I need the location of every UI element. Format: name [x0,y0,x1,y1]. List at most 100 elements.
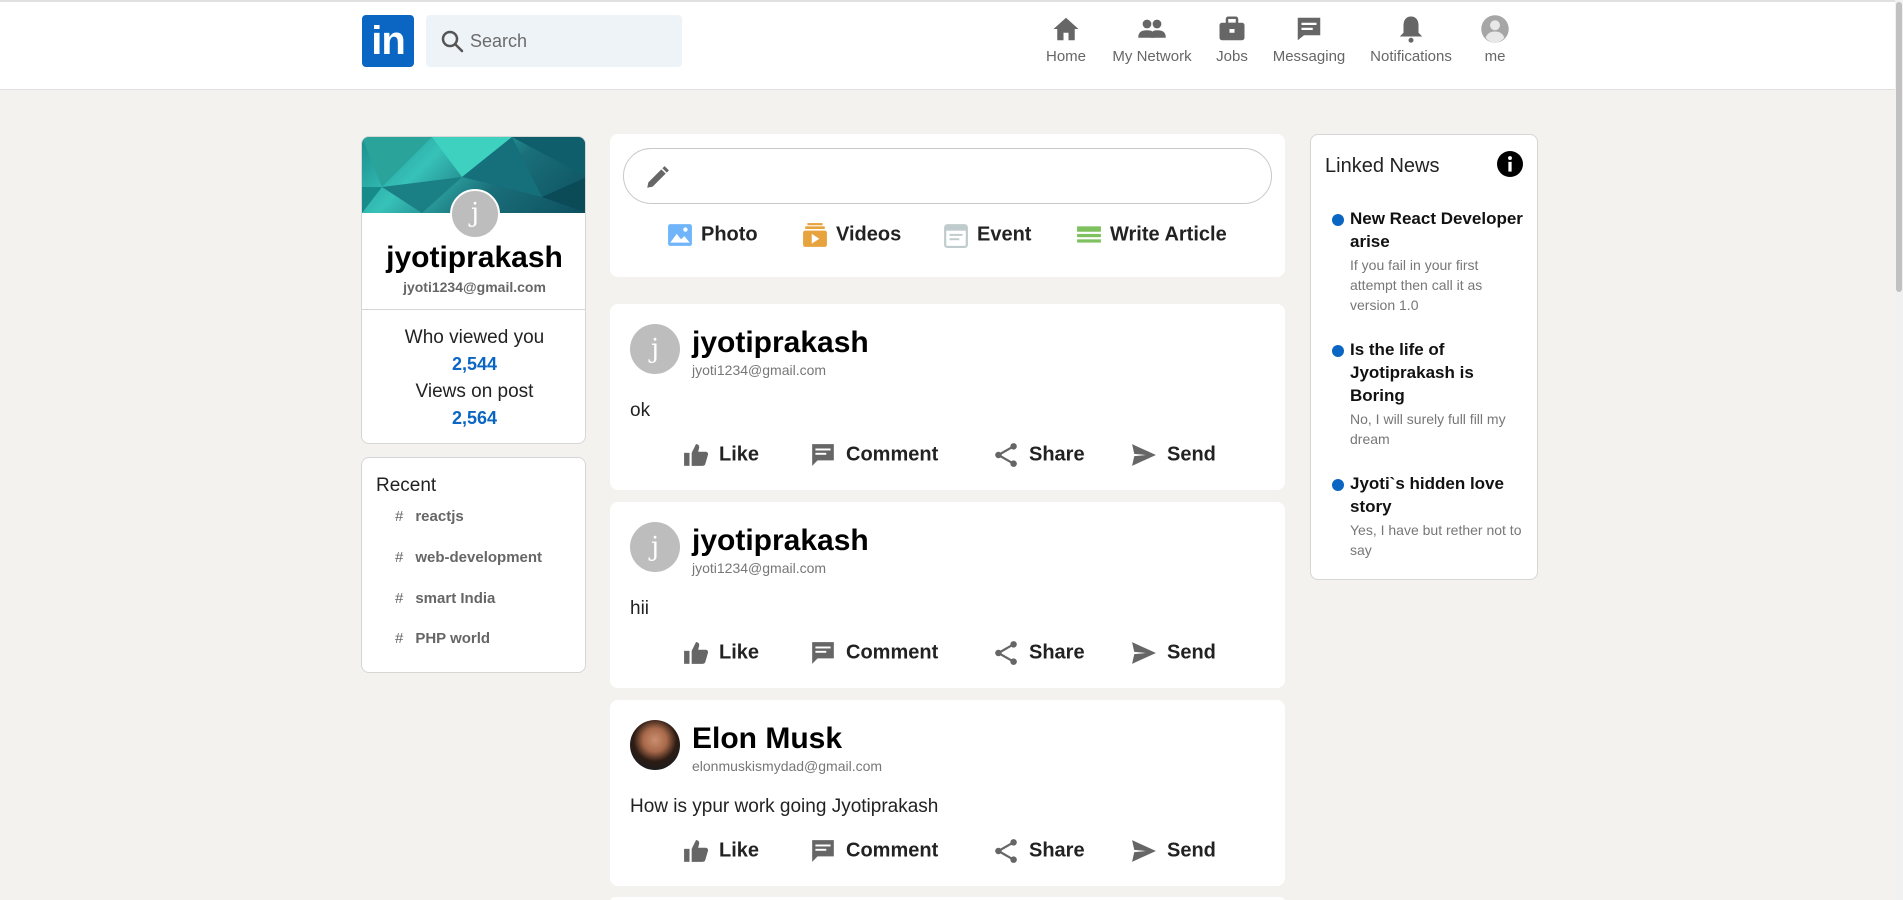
news-heading: New React Developer arise [1350,209,1523,251]
feed-post: j jyotiprakash jyoti1234@gmail.com hii L… [610,502,1285,688]
news-subtitle: If you fail in your first attempt then c… [1350,257,1483,313]
comment-button[interactable]: Comment [810,442,938,472]
profile-avatar[interactable]: j [450,189,500,239]
stat-views-on-post-label[interactable]: Views on post [362,381,585,403]
recent-tag-label: smart India [415,590,496,607]
send-label: Send [1167,443,1216,466]
bell-icon [1399,16,1423,43]
profile-divider [362,309,585,310]
scrollbar-thumb[interactable] [1896,2,1902,292]
comment-label: Comment [846,641,939,664]
hashtag-icon: # [395,508,404,525]
like-button[interactable]: Like [683,442,759,472]
share-label: Share [1029,641,1085,664]
send-icon [1132,840,1156,862]
share-button[interactable]: Share [993,640,1085,670]
send-button[interactable]: Send [1131,442,1216,472]
news-heading: Jyoti`s hidden love story [1350,474,1504,516]
send-icon [1132,444,1156,466]
post-author-name[interactable]: jyotiprakash [692,524,869,558]
comment-icon [812,840,834,862]
nav-jobs-label: Jobs [1216,48,1248,65]
start-post-input[interactable] [623,148,1272,204]
post-author-name[interactable]: Elon Musk [692,722,842,756]
post-author-name[interactable]: jyotiprakash [692,326,869,360]
hashtag-icon: # [395,630,404,647]
recent-card: Recent # reactjs # web-development # smart … [361,457,586,673]
share-event-button[interactable]: Event [943,222,1031,256]
search-icon [441,30,464,53]
nav-messaging-label: Messaging [1272,48,1346,65]
recent-tag-label: reactjs [415,508,464,525]
thumbs-up-icon [684,444,709,466]
page-scrollbar[interactable] [1895,0,1903,900]
stat-who-viewed-label[interactable]: Who viewed you [362,327,585,349]
video-icon [803,223,827,247]
nav-me[interactable]: me [1475,14,1515,74]
recent-tag[interactable]: # web-development [395,549,542,566]
feed-post: Elon Musk elonmuskismydad@gmail.com How … [610,700,1285,886]
stat-views-on-post-value: 2,564 [451,408,498,428]
send-label: Send [1167,839,1216,862]
comment-button[interactable]: Comment [810,640,938,670]
post-author-avatar[interactable]: j [630,324,680,374]
post-text: hii [630,598,650,619]
share-event-label: Event [977,223,1032,246]
nav-messaging[interactable]: Messaging [1270,14,1348,74]
nav-my-network[interactable]: My Network [1107,14,1197,74]
like-button[interactable]: Like [683,838,759,868]
comment-button[interactable]: Comment [810,838,938,868]
news-item[interactable]: New React Developer arise If you fail in… [1325,207,1530,317]
share-article-button[interactable]: Write Article [1076,222,1227,256]
nav-me-label: me [1484,48,1506,65]
post-author-avatar[interactable]: j [630,522,680,572]
like-label: Like [719,839,760,862]
feed-post: j jyotiprakash jyoti1234@gmail.com ok Li… [610,304,1285,490]
nav-notifications[interactable]: Notifications [1366,14,1456,74]
message-icon [1297,17,1321,41]
linkedin-logo[interactable]: in [362,15,414,67]
nav-my-network-label: My Network [1112,48,1192,65]
share-article-label: Write Article [1110,223,1227,246]
recent-tag-label: PHP world [415,630,491,647]
share-photo-button[interactable]: Photo [667,222,758,256]
thumbs-up-icon [684,840,709,862]
briefcase-icon [1219,16,1245,41]
share-videos-button[interactable]: Videos [802,222,901,256]
search-input[interactable] [470,15,670,67]
nav-jobs[interactable]: Jobs [1210,14,1254,74]
profile-email: jyoti1234@gmail.com [403,279,546,295]
search-bar[interactable] [426,15,682,67]
comment-label: Comment [846,443,939,466]
news-subtitle: No, I will surely full fill my dream [1350,411,1506,447]
news-item[interactable]: Jyoti`s hidden love story Yes, I have bu… [1325,472,1530,562]
send-button[interactable]: Send [1131,838,1216,868]
share-label: Share [1029,443,1085,466]
recent-tag[interactable]: # reactjs [395,508,464,525]
profile-name[interactable]: jyotiprakash [362,241,585,275]
share-button[interactable]: Share [993,838,1085,868]
top-navbar: in Home My Network Jobs Messaging Notifi… [0,2,1903,90]
pencil-icon [647,166,669,188]
news-heading: Is the life of Jyotiprakash is Boring [1350,340,1474,405]
share-button[interactable]: Share [993,442,1085,472]
info-icon[interactable] [1497,151,1523,177]
share-icon [995,839,1017,863]
recent-tag[interactable]: # PHP world [395,630,490,647]
network-icon [1138,19,1166,38]
avatar-icon [1481,15,1509,43]
post-author-avatar[interactable] [630,720,680,770]
home-icon [1053,17,1079,41]
bullet-icon [1332,345,1344,357]
article-icon [1077,226,1101,243]
news-item[interactable]: Is the life of Jyotiprakash is Boring No… [1325,338,1530,448]
post-author-email: jyoti1234@gmail.com [692,560,827,576]
nav-home[interactable]: Home [1038,14,1094,74]
send-button[interactable]: Send [1131,640,1216,670]
share-label: Share [1029,839,1085,862]
recent-tag[interactable]: # smart India [395,590,495,607]
share-photo-label: Photo [701,223,758,246]
profile-card: j jyotiprakash jyoti1234@gmail.com Who v… [361,136,586,444]
comment-icon [812,642,834,664]
like-button[interactable]: Like [683,640,759,670]
